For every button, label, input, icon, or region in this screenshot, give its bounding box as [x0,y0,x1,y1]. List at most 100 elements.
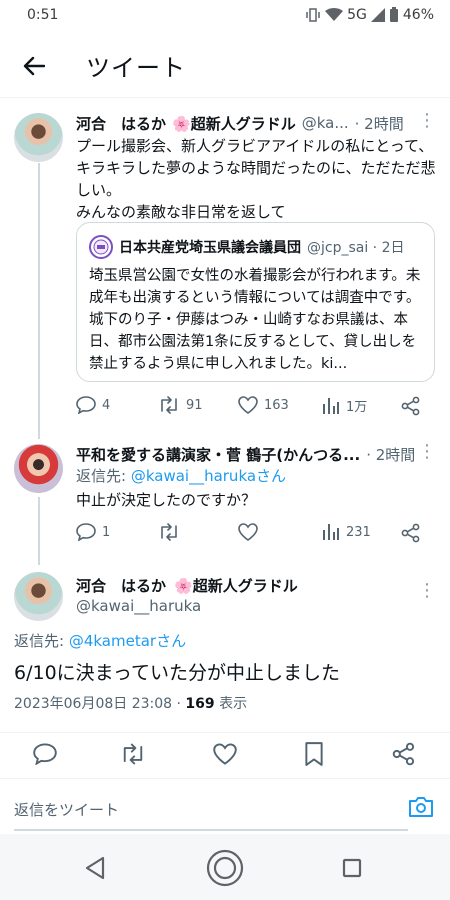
author-name[interactable]: 平和を愛する講演家・菅 鶴子(かんつる... [76,444,360,465]
reply-icon [33,743,57,766]
views-button[interactable]: 1万 [322,396,367,415]
reply-icon [76,523,96,541]
avatar[interactable] [14,113,63,162]
page-title: ツイート [86,54,186,82]
tweet-text: 中止が決定したのですか？ [76,491,257,509]
jcp-logo-icon [93,239,109,255]
reply-button[interactable] [33,743,57,769]
retweet-button[interactable]: 91 [158,396,203,414]
input-underline [14,829,408,831]
author-name[interactable]: 河合 はるか [76,113,166,134]
tweet-header: 河合 はるか 🌸超新人グラドル @ka... · 2時間 [76,112,416,134]
more-options-icon[interactable]: ⋮ [418,441,436,462]
avatar[interactable] [14,572,63,621]
author-name[interactable]: 河合 はるか [76,575,166,596]
action-bar: 1 231 [76,523,426,547]
views-button[interactable]: 231 [322,523,371,541]
reply-button[interactable]: 4 [76,396,110,414]
views-number: 169 [185,696,215,712]
views-label: 表示 [214,696,248,712]
nav-recents-button[interactable] [342,858,362,882]
reply-count: 4 [102,397,111,413]
view-count: 231 [346,524,371,540]
divider [0,732,450,733]
bookmark-button[interactable] [304,742,324,770]
views-icon [323,524,339,540]
reply-to-link[interactable]: @4kametarさん [69,632,186,650]
heart-icon [238,523,258,541]
retweet-count: 91 [186,397,203,413]
share-button[interactable] [401,396,421,416]
retweet-icon [123,743,143,765]
quote-author-handle: @jcp_sai · 2日 [307,240,405,256]
author-badge: 🌸超新人グラドル [174,577,298,595]
wifi-icon [325,8,344,21]
quote-author-name: 日本共産党埼玉県議会議員団 [119,240,301,256]
retweet-button[interactable] [120,743,146,769]
reply-to-link[interactable]: @kawai__harukaさん [131,467,286,485]
status-icons: 5G 46% [305,7,434,23]
tweet-time: · 2時間 [354,114,404,133]
heart-icon [213,743,237,765]
retweet-button[interactable] [158,523,180,541]
avatar[interactable] [14,444,63,493]
camera-icon [409,797,433,817]
triangle-back-icon [85,856,105,880]
share-icon [401,523,420,543]
battery-icon [389,7,398,22]
action-bar: 4 91 163 1万 [76,396,426,420]
main-action-bar [0,740,450,770]
tweet-header: 平和を愛する講演家・菅 鶴子(かんつる... · 2時間 [76,443,416,465]
reply-input[interactable]: 返信をツイート [14,799,119,820]
nav-home-button[interactable] [206,849,244,891]
reply-prefix: 返信先: [14,632,69,650]
reply-button[interactable]: 1 [76,523,110,541]
battery-level: 46% [402,7,434,23]
camera-button[interactable] [408,795,434,823]
top-header: ツイート [0,32,450,98]
share-icon [401,396,420,416]
like-count: 163 [264,397,289,413]
share-icon [392,742,415,766]
like-button[interactable]: 163 [238,396,289,414]
heart-icon [238,396,258,414]
author-handle[interactable]: @kawai__haruka [76,597,201,615]
share-button[interactable] [392,742,416,770]
reply-icon [76,396,96,414]
quote-avatar [89,235,113,259]
more-options-icon[interactable]: ⋮ [418,110,436,131]
reply-context: 返信先: @4kametarさん [14,630,434,652]
reply-context: 返信先: @kawai__harukaさん [76,465,426,487]
like-button[interactable] [238,523,258,541]
tweet-time: · 2時間 [366,445,416,464]
author-handle[interactable]: @ka... [302,114,349,132]
thread-connector [38,163,40,439]
system-nav-bar [0,834,450,900]
nav-back-button[interactable] [84,856,106,884]
main-tweet-header: 河合 はるか 🌸超新人グラドル [76,575,298,596]
network-type: 5G [347,7,367,23]
status-bar: 0:51 5G 46% [0,0,450,32]
like-button[interactable] [213,743,237,769]
reply-prefix: 返信先: [76,467,131,485]
signal-icon [370,8,385,22]
main-tweet-text: 6/10に決まっていた分が中止しました [14,662,340,684]
back-button[interactable] [18,50,50,82]
quote-text: 埼玉県営公園で女性の水着撮影会が行われます。未成年も出演するという情報については… [89,268,421,372]
tweet-datetime: 2023年06月08日 23:08 · [14,696,186,712]
status-time: 0:51 [27,7,59,23]
square-recents-icon [342,858,362,878]
reply-composer: 返信をツイート [0,778,450,831]
views-icon [323,397,339,414]
share-button[interactable] [401,523,421,543]
bookmark-icon [305,742,323,766]
retweet-icon [161,523,177,541]
back-arrow-icon [23,56,45,76]
more-options-icon[interactable]: ⋮ [418,580,436,601]
retweet-icon [161,396,177,414]
thread-connector [38,497,40,565]
reply-count: 1 [102,524,111,540]
quoted-tweet[interactable]: 日本共産党埼玉県議会議員団 @jcp_sai · 2日 埼玉県営公園で女性の水着… [76,222,435,382]
view-count: 1万 [346,400,368,415]
vibrate-icon [306,8,320,22]
